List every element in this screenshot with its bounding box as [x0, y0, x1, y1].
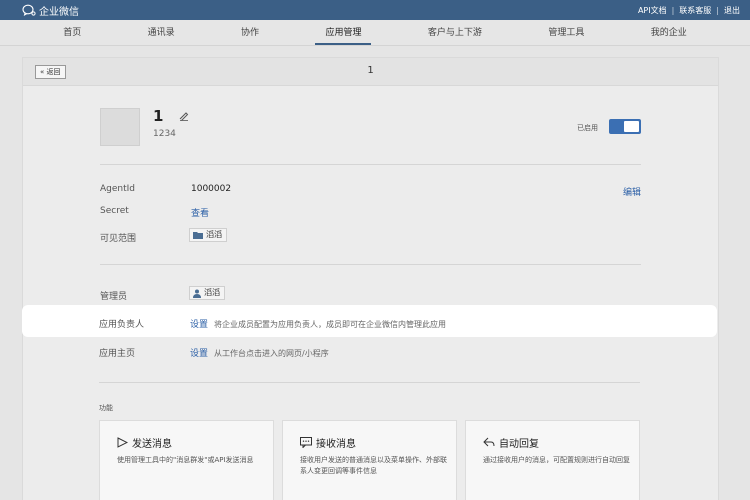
toggle-knob [624, 121, 639, 132]
card-desc: 使用管理工具中的"消息群发"或API发送消息 [117, 456, 254, 464]
owner-desc: 将企业成员配置为应用负责人，成员即可在企业微信内管理此应用 [214, 320, 447, 329]
card-desc: 接收用户发送的普通消息以及菜单操作、外部联系人变更回调等事件信息 [300, 456, 447, 475]
nav-app-management[interactable]: 应用管理 [315, 20, 372, 46]
card-title-text: 自动回复 [499, 439, 539, 450]
owner-set-link[interactable]: 设置 [190, 320, 208, 330]
admin-value: 滔滔 [204, 288, 220, 297]
scope-label: 可见范围 [100, 234, 137, 244]
homepage-set-link[interactable]: 设置 [190, 349, 208, 359]
admin-tag[interactable]: 滔滔 [189, 286, 225, 300]
homepage-desc: 从工作台点击进入的网页/小程序 [214, 349, 329, 358]
nav-customers[interactable]: 客户与上下游 [424, 20, 486, 46]
status-label: 已启用 [577, 124, 598, 132]
nav-management-tools[interactable]: 管理工具 [544, 20, 588, 46]
card-title: 发送消息 [117, 435, 172, 450]
panel-title: 1 [367, 65, 374, 76]
top-bar: 企业微信 API文档 | 联系客服 | 退出 [0, 0, 750, 20]
enable-toggle[interactable] [609, 119, 641, 134]
agentid-value: 1000002 [191, 184, 232, 194]
app-logo[interactable] [100, 108, 140, 146]
message-icon [300, 437, 312, 448]
divider [100, 164, 641, 165]
brand[interactable]: 企业微信 [22, 3, 79, 18]
separator: | [671, 5, 675, 15]
separator: | [716, 5, 719, 15]
secret-label: Secret [100, 206, 129, 216]
api-docs-link[interactable]: API文档 [638, 5, 667, 16]
send-message-card[interactable]: 发送消息 使用管理工具中的"消息群发"或API发送消息 [99, 420, 274, 500]
brand-name: 企业微信 [39, 6, 79, 18]
edit-name-icon[interactable] [179, 111, 189, 121]
panel-header: « 返回 1 [23, 58, 718, 86]
admin-label: 管理员 [100, 292, 128, 302]
divider [99, 382, 640, 383]
card-title: 接收消息 [300, 435, 356, 450]
edit-link[interactable]: 编辑 [623, 185, 641, 198]
logout-link[interactable]: 退出 [724, 5, 740, 16]
nav-my-enterprise[interactable]: 我的企业 [647, 20, 691, 46]
functions-section-label: 功能 [99, 404, 113, 412]
app-name: 1 [153, 107, 164, 125]
nav-collaboration[interactable]: 协作 [237, 20, 263, 46]
contact-support-link[interactable]: 联系客服 [679, 5, 711, 16]
homepage-label: 应用主页 [99, 349, 136, 359]
scope-value: 滔滔 [206, 230, 222, 239]
card-title-text: 接收消息 [316, 439, 356, 450]
app-id: 1234 [153, 129, 176, 139]
agentid-label: AgentId [100, 184, 136, 194]
user-icon [193, 289, 201, 298]
top-links: API文档 | 联系客服 | 退出 [638, 5, 740, 16]
card-title: 自动回复 [483, 435, 539, 450]
nav-contacts[interactable]: 通讯录 [144, 20, 179, 46]
owner-label: 应用负责人 [99, 320, 145, 330]
scope-tag[interactable]: 滔滔 [189, 228, 227, 242]
owner-row: 设置 将企业成员配置为应用负责人，成员即可在企业微信内管理此应用 [190, 317, 446, 330]
receive-message-card[interactable]: 接收消息 接收用户发送的普通消息以及菜单操作、外部联系人变更回调等事件信息 [282, 420, 457, 500]
folder-icon [193, 232, 203, 239]
homepage-row: 设置 从工作台点击进入的网页/小程序 [190, 346, 329, 359]
card-title-text: 发送消息 [132, 439, 172, 450]
view-secret-link[interactable]: 查看 [191, 206, 209, 219]
main-nav: 首页 通讯录 协作 应用管理 客户与上下游 管理工具 我的企业 [0, 20, 750, 46]
reply-icon [483, 437, 495, 447]
auto-reply-card[interactable]: 自动回复 通过接收用户的消息，可配置规则进行自动回复 [465, 420, 640, 500]
card-desc: 通过接收用户的消息，可配置规则进行自动回复 [483, 456, 630, 464]
send-icon [117, 437, 128, 448]
wechat-work-logo-icon [22, 4, 36, 16]
divider [100, 264, 641, 265]
nav-home[interactable]: 首页 [59, 20, 85, 46]
